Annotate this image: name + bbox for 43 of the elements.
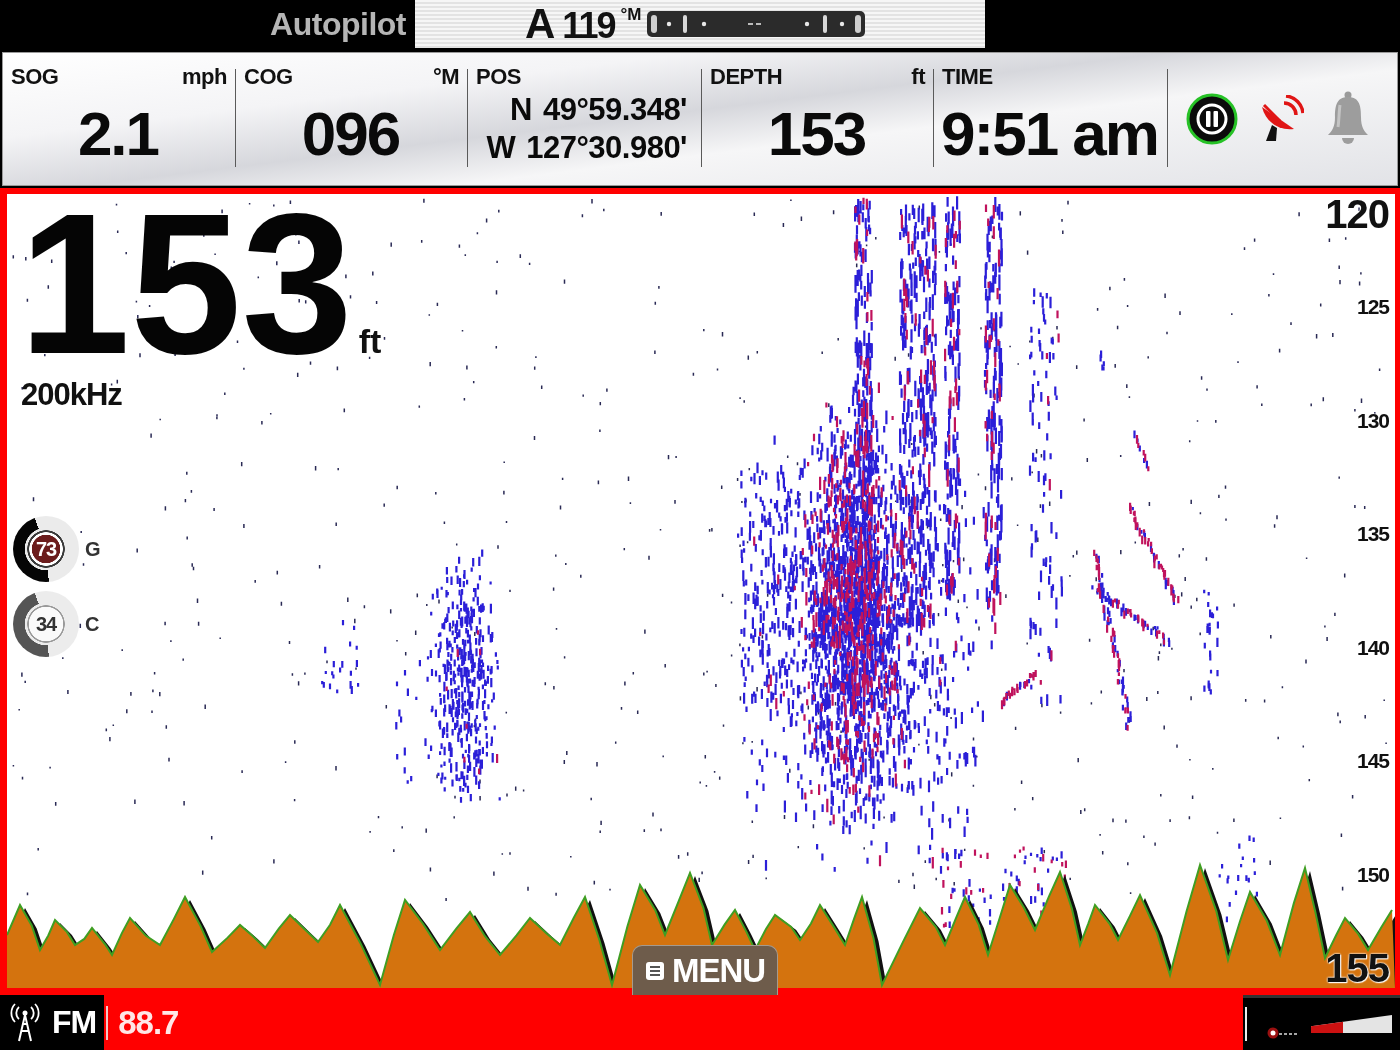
instrument-value: 153	[767, 101, 867, 167]
signal-dot-icon	[1267, 1027, 1297, 1039]
hemisphere-label: N	[510, 91, 533, 129]
instrument-label: SOG	[11, 65, 60, 89]
autopilot-mode: A	[525, 2, 556, 46]
coordinate-value: 49°59.348'	[542, 91, 688, 129]
instrument-unit: °M	[432, 65, 460, 89]
menu-button[interactable]: MENU	[632, 945, 779, 995]
depth-scale-label: 155	[1325, 948, 1390, 988]
depth-scale-label: 145	[1356, 750, 1391, 773]
heading-unit: °M	[620, 6, 642, 24]
instrument-value: 096	[301, 101, 401, 167]
autopilot-label: Autopilot	[270, 6, 407, 42]
instrument-label: DEPTH	[710, 65, 784, 89]
satellite-dish-icon[interactable]	[1260, 95, 1304, 143]
instrument-unit: ft	[911, 65, 926, 89]
depth-scale-label: 130	[1356, 409, 1390, 432]
autopilot-heading: 119	[562, 6, 616, 46]
pause-icon[interactable]	[1186, 93, 1238, 145]
dial-label: C	[85, 613, 100, 635]
gain-dial[interactable]: 34	[13, 591, 79, 657]
instrument-label: POS	[476, 65, 522, 89]
depth-readout: 153	[19, 198, 354, 370]
gain-dial[interactable]: 73	[13, 516, 79, 582]
instrument-label: TIME	[942, 65, 994, 89]
antenna-icon	[10, 1002, 40, 1043]
radio-source-button[interactable]: FM	[0, 995, 105, 1050]
dial-label: G	[85, 538, 101, 560]
depth-scale-label: 120	[1325, 194, 1390, 234]
instrument-value: 9:51 am	[941, 101, 1159, 167]
instrument-value: 2.1	[77, 101, 160, 167]
depth-scale-label: 125	[1356, 296, 1391, 319]
coordinate-value: 127°30.980'	[526, 129, 688, 167]
depth-scale-label: 150	[1356, 863, 1390, 886]
hemisphere-label: W	[486, 129, 517, 167]
depth-scale-label: 135	[1356, 523, 1391, 546]
radio-frequency: 88.7	[118, 1003, 180, 1043]
depth-scale-label: 140	[1356, 636, 1390, 659]
instrument-unit: mph	[182, 65, 228, 89]
instrument-label: COG	[244, 65, 294, 89]
depth-unit: ft	[358, 323, 382, 359]
menu-icon	[645, 960, 665, 981]
sonar-frequency: 200kHz	[21, 378, 123, 412]
